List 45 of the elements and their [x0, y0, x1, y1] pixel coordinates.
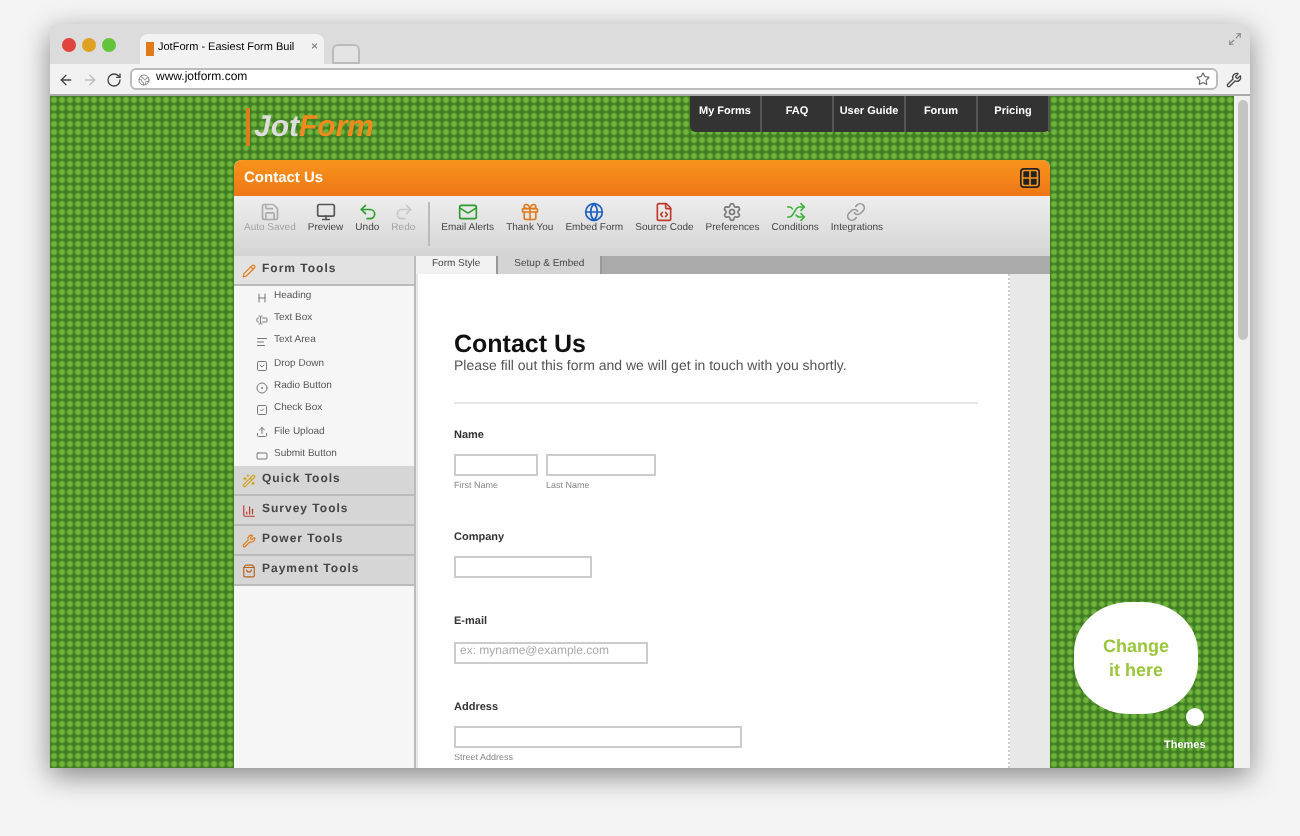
reload-icon[interactable]	[106, 71, 122, 87]
text-input[interactable]	[454, 454, 538, 477]
tool-icon	[256, 291, 268, 304]
toolbar-icon	[846, 202, 867, 222]
text-input[interactable]	[454, 556, 592, 579]
zoom-window-icon[interactable]	[102, 37, 116, 51]
bubble-text: Change it here	[1100, 634, 1171, 682]
section-icon	[242, 503, 256, 518]
form-title: Contact Us	[454, 330, 588, 358]
bookmark-star-icon[interactable]	[1196, 72, 1210, 86]
tool-icon	[256, 336, 268, 349]
toolbar-icon	[393, 202, 414, 222]
minimize-window-icon[interactable]	[82, 37, 96, 51]
globe-icon	[138, 73, 150, 85]
section-icon	[242, 473, 256, 488]
bubble-tail-icon	[1186, 708, 1204, 726]
toolbar-icon	[654, 202, 675, 222]
section-icon	[242, 533, 256, 548]
tool-icon	[256, 381, 268, 394]
toolbar-icon	[722, 202, 743, 222]
tool-icon	[256, 404, 268, 417]
forward-icon[interactable]	[82, 71, 98, 87]
close-window-icon[interactable]	[62, 37, 76, 51]
toolbar-icon	[315, 202, 336, 222]
fullscreen-icon[interactable]	[1228, 32, 1242, 46]
scrollbar[interactable]	[1234, 96, 1250, 768]
section-icon	[242, 563, 256, 578]
tool-icon	[256, 426, 268, 439]
tab-favicon-icon	[146, 42, 154, 56]
toolbar-icon	[785, 202, 806, 222]
tool-icon	[256, 359, 268, 372]
toolbar-icon	[457, 202, 478, 222]
toolbar-icon	[519, 202, 540, 222]
text-input[interactable]	[454, 725, 742, 748]
text-input[interactable]	[546, 454, 656, 477]
toolbar-icon	[584, 202, 605, 222]
back-icon[interactable]	[58, 71, 74, 87]
tool-icon	[256, 313, 268, 326]
section-icon	[242, 263, 256, 277]
toolbar-icon	[357, 202, 378, 222]
wrench-icon[interactable]	[1226, 71, 1242, 87]
toolbar-icon	[259, 202, 280, 222]
fullscreen-toggle-icon[interactable]	[1020, 168, 1040, 188]
new-tab-button[interactable]	[332, 44, 360, 64]
tool-icon	[256, 449, 268, 462]
